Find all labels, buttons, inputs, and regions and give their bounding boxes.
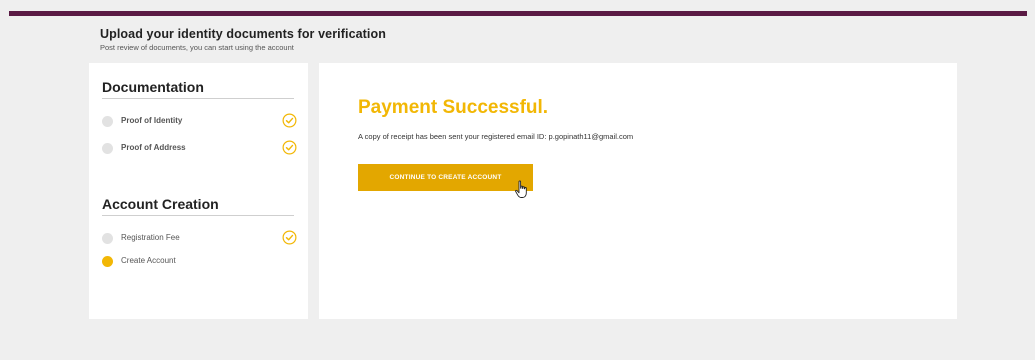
step-status-dot — [102, 233, 113, 244]
steps-sidebar: Documentation Proof of Identity Proof of… — [89, 63, 308, 319]
step-status-dot — [102, 116, 113, 127]
step-status-dot-active — [102, 256, 113, 267]
check-circle-icon — [282, 230, 297, 245]
payment-success-title: Payment Successful. — [358, 97, 549, 118]
page-subtitle: Post review of documents, you can start … — [100, 43, 294, 52]
step-proof-of-address: Proof of Address — [102, 140, 297, 156]
step-create-account: Create Account — [102, 255, 297, 269]
main-content-panel: Payment Successful. A copy of receipt ha… — [319, 63, 957, 319]
step-proof-of-identity: Proof of Identity — [102, 113, 297, 129]
hand-pointer-icon — [515, 180, 527, 198]
step-status-dot — [102, 143, 113, 154]
step-label: Proof of Address — [121, 143, 186, 152]
check-circle-icon — [282, 140, 297, 155]
step-label: Create Account — [121, 256, 176, 265]
page-title: Upload your identity documents for verif… — [100, 27, 386, 41]
check-circle-icon — [282, 113, 297, 128]
continue-to-create-account-button[interactable]: CONTINUE TO CREATE ACCOUNT — [358, 164, 533, 191]
account-creation-heading: Account Creation — [102, 196, 294, 216]
step-label: Registration Fee — [121, 233, 180, 242]
step-registration-fee: Registration Fee — [102, 230, 297, 246]
step-label: Proof of Identity — [121, 116, 183, 125]
page-header: Upload your identity documents for verif… — [100, 27, 386, 52]
receipt-message: A copy of receipt has been sent your reg… — [358, 132, 634, 141]
top-brand-bar — [9, 11, 1027, 16]
documentation-heading: Documentation — [102, 79, 294, 99]
